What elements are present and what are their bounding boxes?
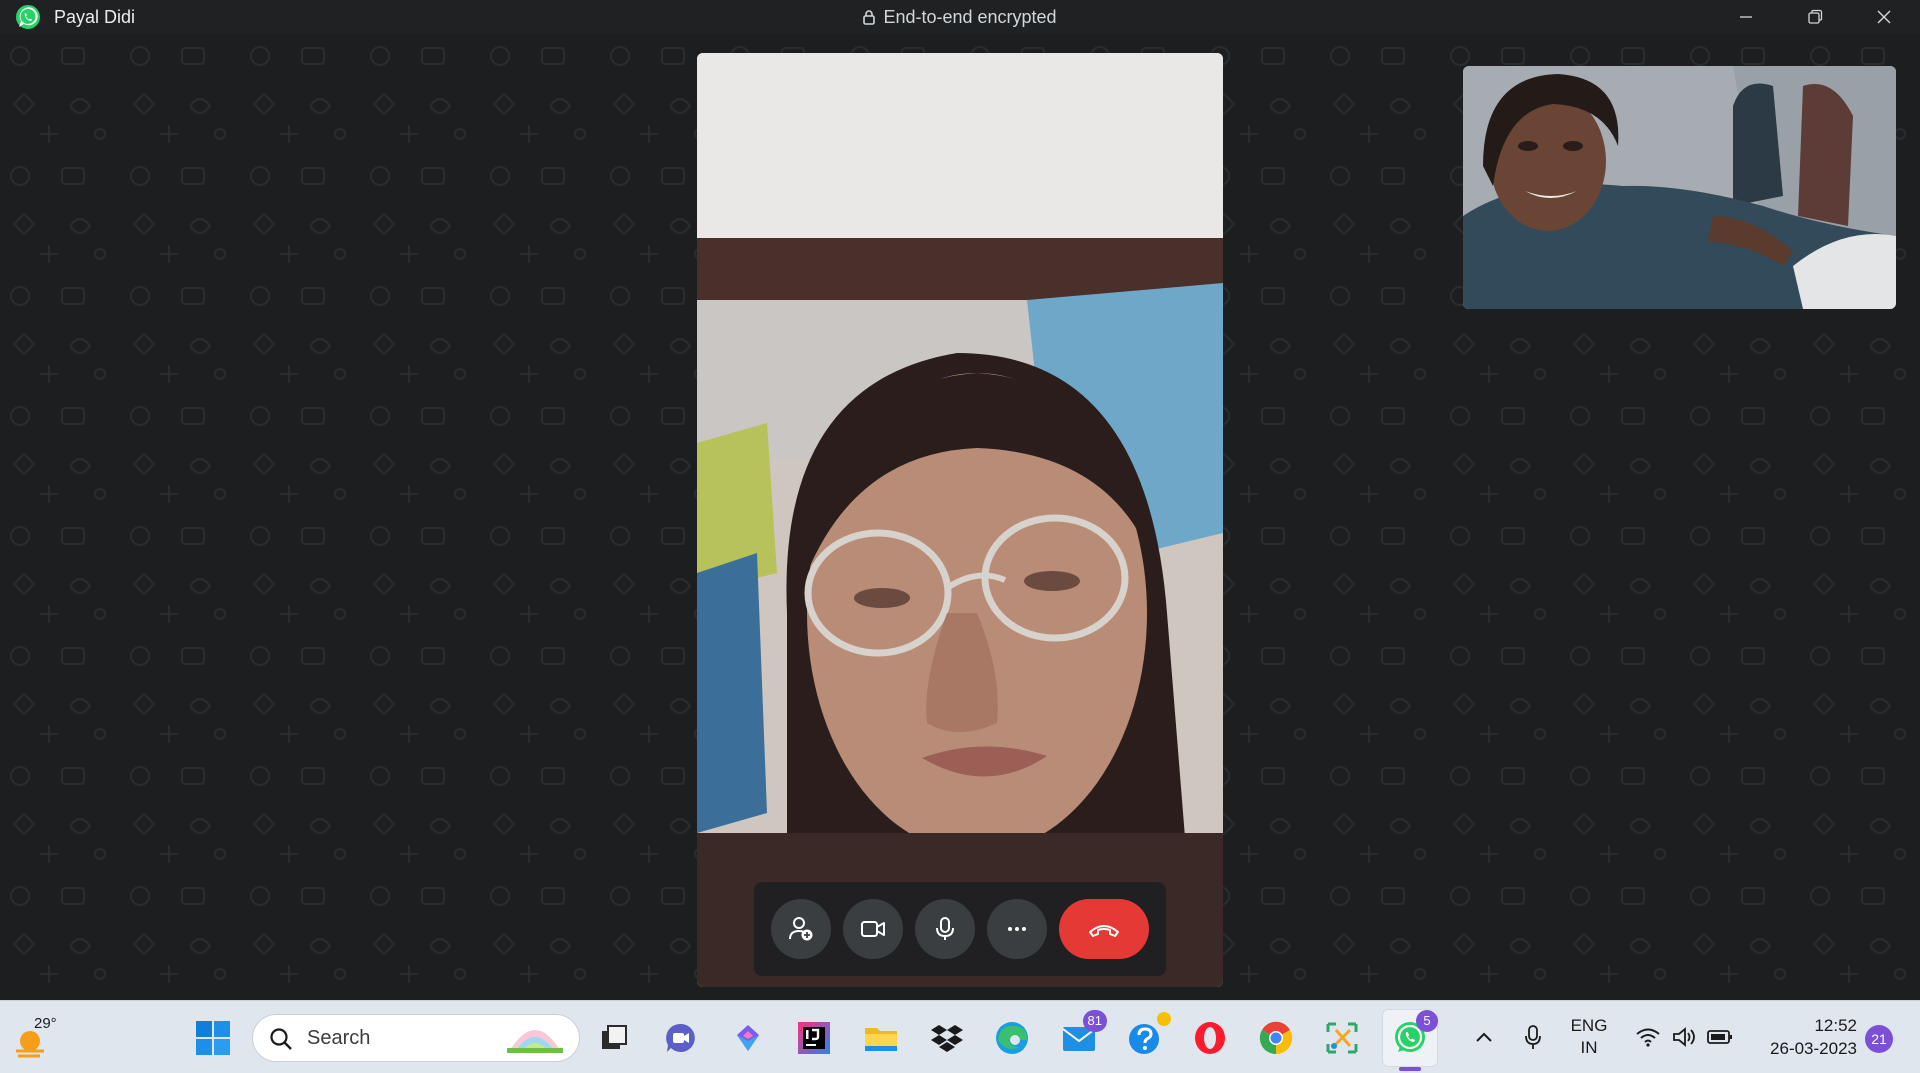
teams-chat-button[interactable] [659, 1016, 703, 1060]
dropbox-icon [931, 1025, 963, 1052]
chevron-up-icon [1476, 1032, 1492, 1042]
encryption-label: End-to-end encrypted [883, 7, 1057, 27]
intellij-icon [798, 1022, 830, 1054]
task-view-button[interactable] [592, 1016, 636, 1060]
remote-participant-video[interactable] [697, 53, 1223, 987]
notification-center-badge[interactable]: 21 [1865, 1025, 1893, 1053]
copilot-button[interactable] [726, 1016, 770, 1060]
edge-icon [996, 1022, 1028, 1054]
mail-badge: 81 [1082, 1010, 1107, 1032]
toggle-mic-button[interactable] [915, 899, 975, 959]
copilot-icon [737, 1025, 759, 1051]
start-button[interactable] [191, 1016, 235, 1060]
task-view-icon [602, 1025, 627, 1049]
windows-icon [196, 1021, 230, 1055]
more-options-button[interactable] [987, 899, 1047, 959]
more-horizontal-icon [1008, 927, 1026, 931]
toggle-video-button[interactable] [843, 899, 903, 959]
help-icon [1129, 1024, 1159, 1054]
volume-control[interactable] [1668, 1013, 1700, 1061]
chrome-button[interactable] [1254, 1016, 1298, 1060]
search-icon [270, 1028, 292, 1050]
call-controls [754, 882, 1166, 976]
video-camera-icon [861, 921, 885, 937]
microphone-icon [1525, 1025, 1541, 1049]
self-preview-video[interactable] [1463, 66, 1896, 309]
lang-code: ENG [1570, 1016, 1608, 1035]
file-explorer-button[interactable] [859, 1016, 903, 1060]
end-call-button[interactable] [1059, 899, 1149, 959]
title-bar: Payal Didi End-to-end encrypted [0, 0, 1920, 34]
close-button[interactable] [1850, 0, 1918, 34]
opera-icon [1195, 1022, 1225, 1054]
active-app-indicator [1399, 1067, 1421, 1071]
encryption-status: End-to-end encrypted [0, 7, 1920, 28]
person-add-icon [789, 917, 813, 941]
phone-hangup-icon [1089, 925, 1119, 937]
snipping-tool-button[interactable] [1320, 1016, 1364, 1060]
minimize-icon [1740, 16, 1752, 18]
clock-date: 26-03-2023 [1770, 1039, 1857, 1058]
lock-icon [863, 10, 876, 25]
weather-temp: 29° [34, 1015, 57, 1032]
mail-button[interactable]: 81 [1057, 1010, 1107, 1060]
weather-widget[interactable]: 29° [12, 1013, 62, 1063]
intellij-button[interactable] [792, 1016, 836, 1060]
close-icon [1877, 10, 1891, 24]
remote-video-frame [697, 53, 1223, 987]
search-highlight-art-icon [507, 1030, 563, 1053]
input-language-button[interactable]: ENG IN [1567, 1015, 1611, 1059]
whatsapp-taskbar-button[interactable]: 5 [1388, 1010, 1438, 1060]
self-video-frame [1463, 66, 1896, 309]
call-stage [0, 34, 1920, 1000]
folder-icon [865, 1028, 897, 1051]
wifi-icon [1636, 1028, 1660, 1047]
mic-in-use-indicator[interactable] [1518, 1013, 1548, 1061]
battery-icon [1707, 1030, 1732, 1044]
whatsapp-badge: 5 [1416, 1010, 1438, 1032]
add-participant-button[interactable] [771, 899, 831, 959]
lang-region: IN [1580, 1038, 1598, 1057]
snipping-icon [1326, 1022, 1358, 1054]
dropbox-button[interactable] [925, 1016, 969, 1060]
edge-button[interactable] [990, 1016, 1034, 1060]
restore-button[interactable] [1781, 0, 1849, 34]
taskbar: 29° Search 81 5 ENG IN 12:52 26-03-2023 … [0, 1000, 1920, 1073]
microphone-icon [936, 917, 954, 940]
show-hidden-icons-button[interactable] [1469, 1013, 1499, 1061]
get-help-button[interactable] [1123, 1012, 1171, 1060]
wifi-status[interactable] [1632, 1013, 1664, 1061]
clock-time: 12:52 [1814, 1016, 1857, 1035]
restore-icon [1808, 9, 1823, 24]
search-label: Search [307, 1027, 371, 1049]
search-input[interactable]: Search [252, 1014, 580, 1062]
system-clock[interactable]: 12:52 26-03-2023 [1745, 1014, 1857, 1060]
battery-status[interactable] [1704, 1013, 1736, 1061]
speaker-icon [1673, 1027, 1695, 1047]
chrome-icon [1259, 1021, 1293, 1055]
chat-video-icon [666, 1023, 695, 1052]
opera-button[interactable] [1188, 1016, 1232, 1060]
help-badge-dot [1157, 1012, 1171, 1026]
minimize-button[interactable] [1712, 0, 1780, 34]
